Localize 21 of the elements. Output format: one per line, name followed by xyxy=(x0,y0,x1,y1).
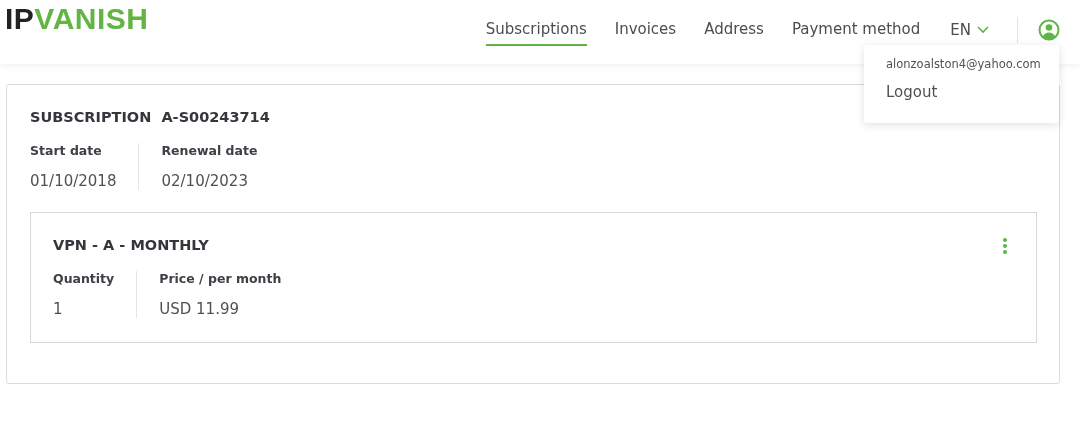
field-label: Renewal date xyxy=(161,143,258,158)
subscription-title: SUBSCRIPTION A-S00243714 xyxy=(30,109,271,125)
product-title: VPN - A - MONTHLY xyxy=(53,237,209,253)
field-label: Quantity xyxy=(53,271,115,286)
nav-tab[interactable]: Invoices xyxy=(614,14,677,46)
nav-tab[interactable]: Address xyxy=(704,14,764,46)
nav-tab[interactable]: Subscriptions xyxy=(485,14,587,46)
user-icon[interactable] xyxy=(1038,19,1060,41)
logout-menu-item[interactable]: Logout xyxy=(886,79,938,105)
field-value: USD 11.99 xyxy=(159,300,240,318)
language-selector[interactable]: EN xyxy=(950,21,989,39)
nav-tab[interactable]: Payment method xyxy=(791,14,921,46)
logo[interactable]: IPVANISH xyxy=(0,0,149,36)
field-value: 01/10/2018 xyxy=(30,172,117,190)
field-label: Price / per month xyxy=(159,271,282,286)
field-label: Start date xyxy=(30,143,103,158)
user-email: alonzoalston4@yahoo.com xyxy=(886,57,1041,71)
field-value: 02/10/2023 xyxy=(161,172,249,190)
chevron-down-icon xyxy=(977,26,989,34)
field-value: 1 xyxy=(53,300,64,318)
more-options-icon[interactable] xyxy=(1002,237,1008,255)
